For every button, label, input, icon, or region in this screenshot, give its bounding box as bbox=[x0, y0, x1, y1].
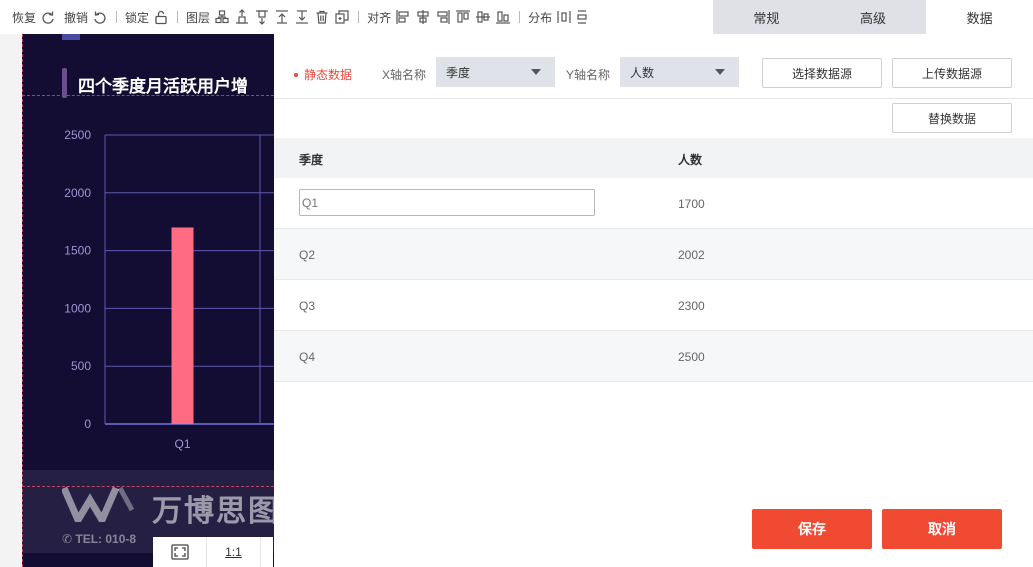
bring-forward-icon[interactable] bbox=[274, 9, 290, 25]
undo-icon bbox=[92, 9, 108, 25]
align-right-icon[interactable] bbox=[435, 9, 451, 25]
fit-screen-button[interactable] bbox=[153, 537, 207, 567]
upload-data-source-button[interactable]: 上传数据源 bbox=[892, 58, 1012, 88]
save-button[interactable]: 保存 bbox=[752, 509, 872, 549]
y-tick-label: 1000 bbox=[64, 301, 91, 315]
align-bottom-icon[interactable] bbox=[495, 9, 511, 25]
delete-icon[interactable] bbox=[314, 9, 330, 25]
chart-bar[interactable] bbox=[171, 227, 194, 424]
app-root: 恢复 撤销 锁定 图层 对齐 分布 常规 高级 数据 四个季度月活跃用户增 0 … bbox=[0, 0, 1033, 567]
layers-icon[interactable] bbox=[214, 9, 230, 25]
align-middle-vertical-icon[interactable] bbox=[475, 9, 491, 25]
distribute-label: 分布 bbox=[528, 10, 553, 25]
x-axis-select-value: 季度 bbox=[446, 65, 471, 80]
undo-label: 撤销 bbox=[64, 10, 89, 25]
canvas-gutter bbox=[0, 34, 22, 567]
bar-chart[interactable]: 0 500 1000 1500 2000 2500 Q1 bbox=[22, 34, 274, 474]
cancel-button[interactable]: 取消 bbox=[882, 509, 1002, 549]
align-top-icon[interactable] bbox=[455, 9, 471, 25]
toolbar-divider bbox=[116, 11, 118, 23]
column-header-count: 人数 bbox=[678, 153, 703, 167]
editor-toolbar: 恢复 撤销 锁定 图层 对齐 分布 bbox=[0, 0, 713, 34]
lock-label: 锁定 bbox=[125, 10, 150, 25]
property-tabs: 常规 高级 数据 bbox=[713, 0, 1033, 34]
restore-label: 恢复 bbox=[12, 10, 37, 25]
table-row: Q3 2300 bbox=[274, 280, 1033, 331]
data-table-header: 季度 人数 bbox=[274, 138, 1033, 178]
replace-data-button[interactable]: 替换数据 bbox=[892, 103, 1012, 133]
tab-advanced[interactable]: 高级 bbox=[819, 0, 927, 34]
quarter-cell-input[interactable] bbox=[299, 189, 595, 216]
y-tick-label: 0 bbox=[84, 417, 91, 431]
x-axis-name-label: X轴名称 bbox=[382, 68, 427, 82]
tab-general[interactable]: 常规 bbox=[713, 0, 820, 34]
chevron-down-icon bbox=[715, 69, 725, 75]
column-header-quarter: 季度 bbox=[299, 153, 324, 167]
undo-button[interactable]: 撤销 bbox=[64, 9, 108, 26]
toolbar-divider bbox=[358, 11, 360, 23]
distribute-vertical-icon[interactable] bbox=[576, 9, 592, 25]
select-data-source-button[interactable]: 选择数据源 bbox=[762, 58, 882, 88]
watermark-tel: ✆ TEL: 010-8 bbox=[62, 532, 137, 546]
count-cell[interactable]: 2500 bbox=[678, 350, 705, 364]
y-axis-name-label: Y轴名称 bbox=[566, 68, 611, 82]
brand-logo-icon bbox=[62, 486, 135, 522]
quarter-cell[interactable]: Q2 bbox=[299, 248, 315, 262]
tab-data[interactable]: 数据 bbox=[926, 0, 1033, 34]
unlock-icon bbox=[153, 9, 169, 25]
y-tick-label: 500 bbox=[71, 359, 91, 373]
count-cell[interactable]: 2300 bbox=[678, 299, 705, 313]
data-panel: 静态数据 X轴名称 季度 Y轴名称 人数 选择数据源 上传数据源 替换数据 季度… bbox=[274, 34, 1033, 567]
table-row: 1700 bbox=[274, 178, 1033, 229]
align-menu[interactable]: 对齐 bbox=[367, 9, 511, 26]
quarter-cell[interactable]: Q3 bbox=[299, 299, 315, 313]
layer-label: 图层 bbox=[186, 10, 211, 25]
y-tick-label: 1500 bbox=[64, 244, 91, 258]
send-to-back-icon[interactable] bbox=[254, 9, 270, 25]
copy-icon[interactable] bbox=[334, 9, 350, 25]
bring-to-front-icon[interactable] bbox=[234, 9, 250, 25]
align-left-icon[interactable] bbox=[395, 9, 411, 25]
layer-menu[interactable]: 图层 bbox=[186, 9, 350, 26]
align-label: 对齐 bbox=[367, 10, 392, 25]
y-axis-select[interactable]: 人数 bbox=[620, 57, 739, 87]
zoom-controls: 1:1 bbox=[153, 537, 273, 567]
toolbar-divider bbox=[177, 11, 179, 23]
status-dot bbox=[294, 72, 298, 77]
quarter-cell[interactable]: Q4 bbox=[299, 350, 315, 364]
y-tick-label: 2000 bbox=[64, 186, 91, 200]
x-axis-select[interactable]: 季度 bbox=[436, 57, 555, 87]
send-backward-icon[interactable] bbox=[294, 9, 310, 25]
distribute-menu[interactable]: 分布 bbox=[528, 9, 592, 26]
table-row: Q4 2500 bbox=[274, 331, 1033, 382]
fit-screen-icon bbox=[170, 544, 189, 560]
watermark-brand: 万博思图 bbox=[152, 495, 280, 528]
static-data-label[interactable]: 静态数据 bbox=[294, 66, 352, 83]
lock-button[interactable]: 锁定 bbox=[125, 9, 169, 26]
redo-icon bbox=[40, 9, 56, 25]
y-tick-label: 2500 bbox=[64, 128, 91, 142]
count-cell[interactable]: 2002 bbox=[678, 248, 705, 262]
align-center-horizontal-icon[interactable] bbox=[415, 9, 431, 25]
table-row: Q2 2002 bbox=[274, 229, 1033, 280]
count-cell[interactable]: 1700 bbox=[678, 197, 705, 211]
toolbar-divider bbox=[519, 11, 521, 23]
panel-divider bbox=[274, 98, 1033, 99]
x-tick-label: Q1 bbox=[174, 437, 190, 451]
static-data-text: 静态数据 bbox=[304, 68, 353, 82]
restore-button[interactable]: 恢复 bbox=[12, 9, 56, 26]
distribute-horizontal-icon[interactable] bbox=[556, 9, 572, 25]
y-axis-select-value: 人数 bbox=[630, 65, 655, 80]
zoom-ratio-button[interactable]: 1:1 bbox=[207, 537, 261, 567]
chevron-down-icon bbox=[531, 69, 541, 75]
